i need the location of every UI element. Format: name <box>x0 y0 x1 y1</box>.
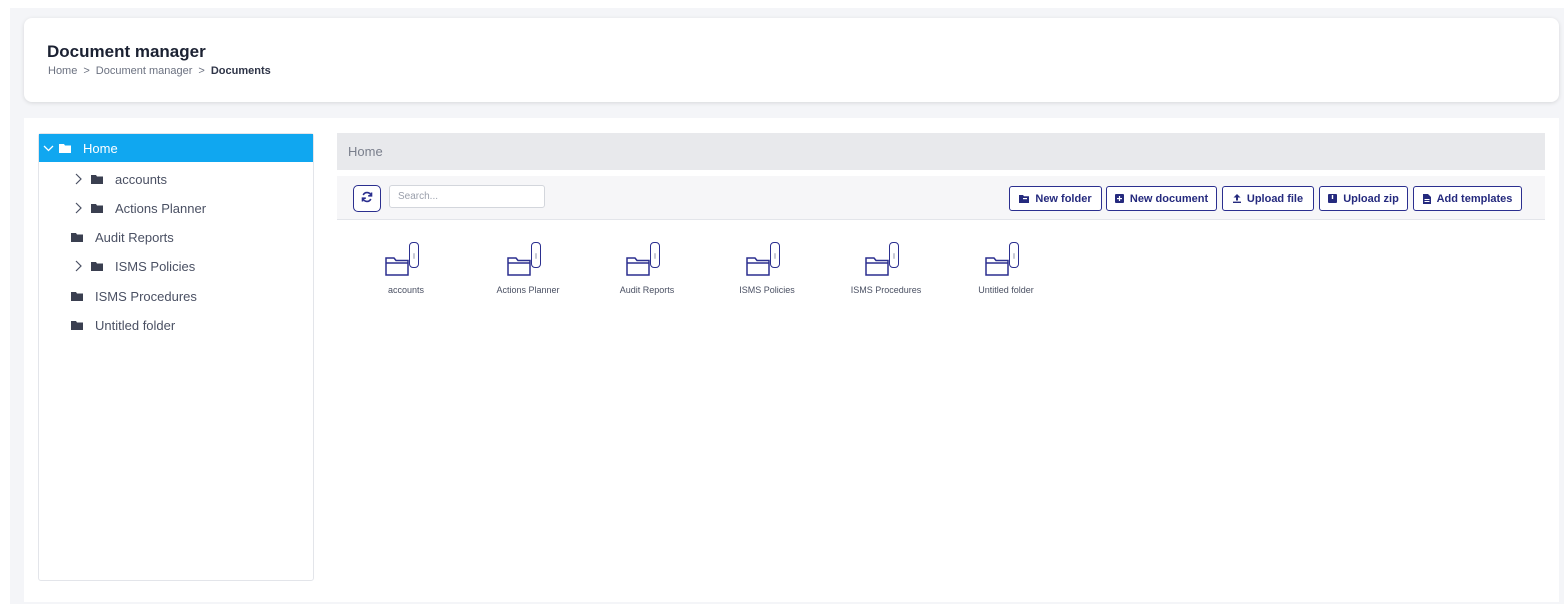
more-options-icon[interactable] <box>770 242 780 268</box>
tree-item-untitled-folder[interactable]: Untitled folder <box>71 311 175 339</box>
archive-icon <box>1328 194 1338 203</box>
folder-tile-isms-policies[interactable]: ISMS Policies <box>722 242 812 302</box>
folder-name: Audit Reports <box>619 285 675 295</box>
tree-item-actions-planner[interactable]: Actions Planner <box>75 194 206 222</box>
new-folder-label: New folder <box>1035 192 1092 205</box>
more-options-icon[interactable] <box>889 242 899 268</box>
chevron-right-icon[interactable] <box>75 260 87 272</box>
folder-name: accounts <box>387 285 425 295</box>
tree-item-isms-policies[interactable]: ISMS Policies <box>75 252 195 280</box>
current-path-label: Home <box>348 144 383 159</box>
folder-tile-actions-planner[interactable]: Actions Planner <box>483 242 573 302</box>
upload-icon <box>1232 194 1241 203</box>
chevron-right-icon: > <box>198 65 205 77</box>
more-options-icon[interactable] <box>409 242 419 268</box>
new-document-label: New document <box>1129 192 1209 205</box>
folder-icon <box>91 174 103 184</box>
add-templates-button[interactable]: Add templates <box>1413 186 1522 211</box>
refresh-icon <box>361 190 373 208</box>
folder-icon <box>71 320 83 330</box>
folder-name: Actions Planner <box>496 285 560 295</box>
folder-outline-icon <box>985 257 1009 281</box>
folder-name: Untitled folder <box>978 285 1034 295</box>
tree-item-label: ISMS Policies <box>115 258 196 274</box>
folder-icon <box>59 143 71 153</box>
document-plus-icon <box>1114 194 1124 203</box>
chevron-right-icon[interactable] <box>75 173 87 185</box>
breadcrumb: Home > Document manager > Documents <box>48 65 271 77</box>
current-path-bar: Home <box>337 133 1545 170</box>
upload-file-button[interactable]: Upload file <box>1222 186 1314 211</box>
new-document-button[interactable]: New document <box>1106 186 1217 211</box>
more-options-icon[interactable] <box>650 242 660 268</box>
tree-item-home[interactable]: Home <box>39 134 313 162</box>
more-options-icon[interactable] <box>1009 242 1019 268</box>
refresh-button[interactable] <box>353 185 381 212</box>
folder-icon <box>91 203 103 213</box>
more-options-icon[interactable] <box>531 242 541 268</box>
breadcrumb-home[interactable]: Home <box>48 65 77 77</box>
folder-tile-audit-reports[interactable]: Audit Reports <box>602 242 692 302</box>
folder-icon <box>91 261 103 271</box>
tree-item-accounts[interactable]: accounts <box>75 165 167 193</box>
chevron-down-icon[interactable] <box>43 145 55 152</box>
search-input[interactable] <box>389 185 545 208</box>
folder-outline-icon <box>746 257 770 281</box>
new-folder-button[interactable]: New folder <box>1009 186 1102 211</box>
upload-zip-label: Upload zip <box>1343 192 1399 205</box>
tree-item-label: Untitled folder <box>95 317 176 333</box>
tree-item-label: Home <box>83 140 118 156</box>
folder-name: ISMS Procedures <box>850 285 922 295</box>
chevron-right-icon: > <box>83 65 90 77</box>
folder-icon <box>71 291 83 301</box>
breadcrumb-documents: Documents <box>210 65 271 77</box>
tree-item-label: Actions Planner <box>115 200 207 216</box>
tree-item-audit-reports[interactable]: Audit Reports <box>71 223 174 251</box>
tree-item-label: accounts <box>115 171 168 187</box>
upload-file-label: Upload file <box>1246 192 1304 205</box>
folder-tile-accounts[interactable]: accounts <box>361 242 451 302</box>
folder-tile-isms-procedures[interactable]: ISMS Procedures <box>841 242 931 302</box>
template-file-icon <box>1422 193 1431 204</box>
header-card: Document manager Home > Document manager… <box>24 18 1559 102</box>
tree-item-label: ISMS Procedures <box>95 288 197 304</box>
tree-item-label: Audit Reports <box>95 229 174 245</box>
folder-plus-icon <box>1019 194 1030 203</box>
breadcrumb-document-manager[interactable]: Document manager <box>96 65 193 77</box>
folder-outline-icon <box>385 257 409 281</box>
folder-tree: Home accounts Actions Planner Audit Repo… <box>38 133 314 581</box>
folder-tile-untitled-folder[interactable]: Untitled folder <box>961 242 1051 302</box>
folder-icon <box>71 232 83 242</box>
folder-outline-icon <box>507 257 531 281</box>
folder-outline-icon <box>626 257 650 281</box>
folder-outline-icon <box>865 257 889 281</box>
folder-name: ISMS Policies <box>739 285 795 295</box>
upload-zip-button[interactable]: Upload zip <box>1319 186 1408 211</box>
add-templates-label: Add templates <box>1436 192 1513 205</box>
tree-item-isms-procedures[interactable]: ISMS Procedures <box>71 282 197 310</box>
toolbar: New folder New document Upload file Uplo… <box>337 176 1545 220</box>
chevron-right-icon[interactable] <box>75 202 87 214</box>
page-title: Document manager <box>47 42 206 61</box>
